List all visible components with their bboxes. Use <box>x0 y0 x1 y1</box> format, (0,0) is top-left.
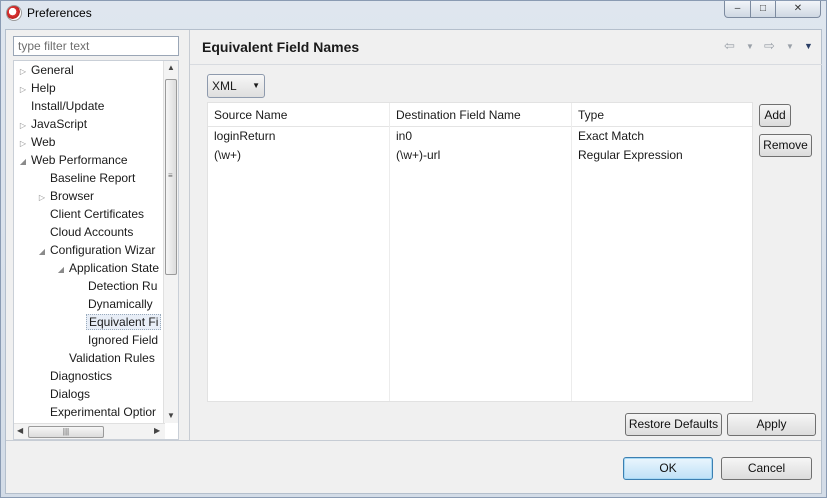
window-title: Preferences <box>27 6 92 20</box>
table-header: Source Name Destination Field Name Type <box>208 103 752 127</box>
tree-item-javascript[interactable]: ▷ JavaScript <box>17 115 89 133</box>
page-title: Equivalent Field Names <box>202 39 360 55</box>
collapse-icon[interactable]: ◢ <box>36 243 48 261</box>
horizontal-scroll-thumb[interactable]: ||| <box>28 426 104 438</box>
cancel-button[interactable]: Cancel <box>721 457 812 480</box>
tree-item-baseline-report[interactable]: Baseline Report <box>36 169 137 187</box>
preference-tree: ▷ General ▷ Help Install/Update ▷ JavaScrip… <box>13 60 179 440</box>
table-row[interactable]: loginReturn in0 Exact Match <box>208 127 752 146</box>
maximize-button[interactable]: □ <box>750 1 776 18</box>
vertical-scroll-thumb[interactable]: ≡ <box>165 79 177 275</box>
title-bar: Preferences ‒ □ ✕ <box>1 1 826 25</box>
tree-item-install-update[interactable]: Install/Update <box>17 97 106 115</box>
tree-item-general[interactable]: ▷ General <box>17 61 76 79</box>
scroll-left-icon[interactable]: ◀ <box>17 426 23 435</box>
tree-item-web[interactable]: ▷ Web <box>17 133 57 151</box>
chevron-down-icon: ▼ <box>252 81 260 90</box>
remove-button[interactable]: Remove <box>759 134 812 157</box>
format-select[interactable]: XML ▼ <box>207 74 265 98</box>
tree-item-validation-rules[interactable]: Validation Rules <box>55 349 157 367</box>
column-header-destination-field-name[interactable]: Destination Field Name <box>390 103 572 127</box>
restore-defaults-button[interactable]: Restore Defaults <box>625 413 722 436</box>
collapse-icon[interactable]: ◢ <box>17 153 29 171</box>
filter-input[interactable] <box>13 36 179 56</box>
tree-item-detection-rules[interactable]: Detection Ru <box>74 277 159 295</box>
scroll-down-icon[interactable]: ▼ <box>167 411 175 420</box>
back-icon[interactable]: ⇦ <box>724 38 735 54</box>
title-separator <box>190 64 822 65</box>
tree-horizontal-scrollbar[interactable]: ◀ ||| ▶ <box>14 423 165 439</box>
page-navigation: ⇦ ▼ ⇨ ▼ ▼ <box>722 38 817 56</box>
tree-item-ignored-fields[interactable]: Ignored Field <box>74 331 160 349</box>
close-button[interactable]: ✕ <box>775 1 821 18</box>
view-menu-icon[interactable]: ▼ <box>804 41 813 51</box>
tree-item-application-state[interactable]: ◢ Application State <box>55 259 161 277</box>
panel-divider[interactable] <box>189 30 190 440</box>
apply-button[interactable]: Apply <box>727 413 816 436</box>
tree-item-dialogs[interactable]: Dialogs <box>36 385 92 403</box>
ok-button[interactable]: OK <box>623 457 713 480</box>
tree-item-help[interactable]: ▷ Help <box>17 79 58 97</box>
tree-item-client-certificates[interactable]: Client Certificates <box>36 205 146 223</box>
tree-item-configuration-wizard[interactable]: ◢ Configuration Wizar <box>36 241 157 259</box>
column-header-source-name[interactable]: Source Name <box>208 103 390 127</box>
tree-vertical-scrollbar[interactable]: ▲ ≡ ▼ <box>163 61 178 423</box>
app-icon <box>6 5 22 21</box>
minimize-button[interactable]: ‒ <box>724 1 751 18</box>
tree-item-diagnostics[interactable]: Diagnostics <box>36 367 114 385</box>
grip-icon: ≡ <box>168 171 173 180</box>
add-button[interactable]: Add <box>759 104 791 127</box>
back-menu-icon[interactable]: ▼ <box>746 42 754 51</box>
scroll-right-icon[interactable]: ▶ <box>154 426 160 435</box>
forward-menu-icon[interactable]: ▼ <box>786 42 794 51</box>
column-header-type[interactable]: Type <box>572 103 752 127</box>
equivalent-fields-table: Source Name Destination Field Name Type … <box>207 102 753 402</box>
tree-item-cloud-accounts[interactable]: Cloud Accounts <box>36 223 135 241</box>
button-bar-separator <box>6 440 821 441</box>
tree-item-dynamically[interactable]: Dynamically <box>74 295 155 313</box>
tree-item-web-performance[interactable]: ◢ Web Performance <box>17 151 130 169</box>
dialog-client-area: ▷General ▷Help Install/Update ▷JavaScrip… <box>5 29 822 494</box>
table-row[interactable]: (\w+) (\w+)-url Regular Expression <box>208 146 752 165</box>
tree-item-browser[interactable]: ▷ Browser <box>36 187 96 205</box>
forward-icon[interactable]: ⇨ <box>764 38 775 54</box>
scroll-up-icon[interactable]: ▲ <box>167 63 175 72</box>
collapse-icon[interactable]: ◢ <box>55 261 67 279</box>
tree-item-equivalent-fields[interactable]: Equivalent Fi <box>74 313 162 331</box>
tree-item-experimental-options[interactable]: Experimental Optior <box>36 403 158 421</box>
preferences-window: Preferences ‒ □ ✕ ▷General ▷Help Install… <box>0 0 827 498</box>
